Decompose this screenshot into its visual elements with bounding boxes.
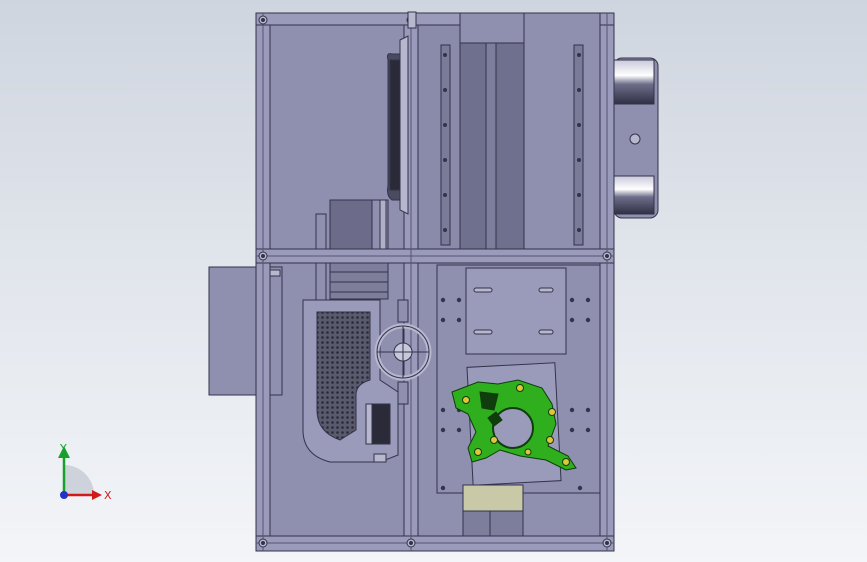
cad-model-viewport[interactable] bbox=[0, 0, 867, 562]
coordinate-triad: Y X bbox=[58, 442, 112, 502]
x-axis-arrow-icon bbox=[92, 490, 102, 500]
origin-icon bbox=[60, 491, 68, 499]
y-axis-label: Y bbox=[59, 442, 67, 455]
x-axis-label: X bbox=[104, 489, 112, 502]
right-motor bbox=[613, 57, 659, 219]
upper-linear-module bbox=[417, 12, 601, 250]
left-cabinet bbox=[208, 266, 283, 396]
conveyor-belt bbox=[387, 35, 409, 215]
